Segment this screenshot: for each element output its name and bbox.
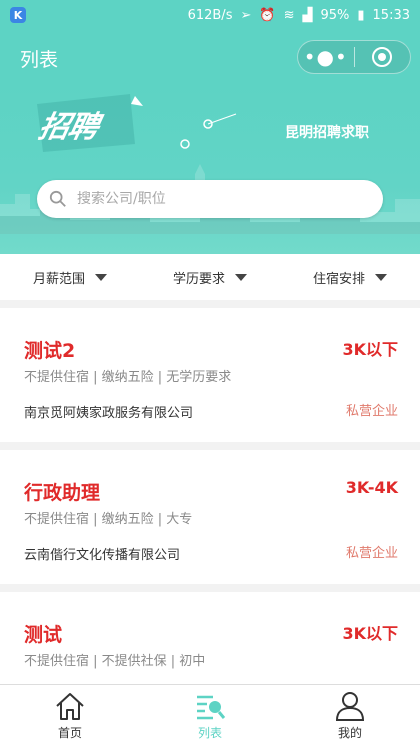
- filter-accommodation[interactable]: 住宿安排: [280, 254, 420, 300]
- tab-home[interactable]: 首页: [0, 685, 140, 747]
- company-name: 云南偕行文化传播有限公司: [24, 548, 181, 563]
- filter-label: 月薪范围: [32, 271, 85, 287]
- caret-down-icon: [95, 273, 107, 281]
- search-icon: [49, 190, 66, 207]
- job-salary: 3K-4K: [345, 478, 398, 497]
- decorative-dots: [180, 113, 237, 149]
- tab-list[interactable]: 列表: [140, 685, 280, 747]
- user-icon: [335, 692, 365, 721]
- send-icon: ➢: [240, 7, 252, 23]
- recruitment-banner: 招聘 昆明招聘求职: [0, 84, 420, 254]
- page-title: 列表: [20, 49, 59, 71]
- filter-education[interactable]: 学历要求: [140, 254, 280, 300]
- wifi-icon: ≋: [283, 7, 295, 23]
- more-menu-icon[interactable]: •●•: [298, 47, 354, 67]
- job-title: 行政助理: [24, 482, 101, 504]
- company-name: 南京觅阿姨家政服务有限公司: [24, 406, 194, 421]
- job-salary: 3K以下: [342, 340, 398, 359]
- banner-slogan: 昆明招聘求职: [285, 125, 369, 141]
- job-list: 测试2 3K以下 不提供住宿 | 缴纳五险 | 无学历要求 南京觅阿姨家政服务有…: [0, 308, 420, 734]
- filter-bar: 月薪范围 学历要求 住宿安排: [0, 254, 420, 300]
- mini-program-capsule: •●•: [297, 40, 411, 74]
- banner-logo-text: 招聘: [35, 110, 101, 145]
- tab-label: 我的: [337, 726, 362, 740]
- tab-label: 首页: [57, 726, 82, 740]
- job-card[interactable]: 测试2 3K以下 不提供住宿 | 缴纳五险 | 无学历要求 南京觅阿姨家政服务有…: [0, 308, 420, 442]
- job-tags: 不提供住宿 | 缴纳五险 | 无学历要求: [24, 370, 232, 385]
- job-title: 测试2: [24, 340, 76, 362]
- battery-level: 95%: [320, 7, 350, 23]
- job-tags: 不提供住宿 | 不提供社保 | 初中: [24, 654, 206, 669]
- job-card[interactable]: 行政助理 3K-4K 不提供住宿 | 缴纳五险 | 大专 云南偕行文化传播有限公…: [0, 450, 420, 584]
- nav-bar: 列表 •●•: [0, 30, 420, 84]
- app-k-icon: K: [10, 7, 26, 23]
- caret-down-icon: [235, 273, 247, 281]
- target-icon: [372, 47, 393, 67]
- company-type: 私营企业: [345, 404, 398, 419]
- filter-label: 住宿安排: [312, 271, 365, 287]
- filter-salary[interactable]: 月薪范围: [0, 254, 140, 300]
- caret-down-icon: [375, 273, 387, 281]
- bottom-tab-bar: 首页 列表 我的: [0, 684, 420, 747]
- status-bar: K 612B/s ➢ ⏰ ≋ ▟ 95% ▮ 15:33: [0, 0, 420, 30]
- home-icon: [56, 693, 84, 720]
- filter-label: 学历要求: [172, 271, 225, 287]
- tab-label: 列表: [197, 726, 222, 740]
- search-bar[interactable]: [37, 180, 383, 218]
- tab-profile[interactable]: 我的: [280, 685, 420, 747]
- signal-icon: ▟: [302, 7, 313, 23]
- job-tags: 不提供住宿 | 缴纳五险 | 大专: [24, 512, 193, 527]
- close-mini-program-button[interactable]: [354, 47, 410, 67]
- company-type: 私营企业: [345, 546, 398, 561]
- clock: 15:33: [372, 7, 410, 23]
- alarm-icon: ⏰: [259, 7, 276, 23]
- list-search-icon: [197, 695, 226, 720]
- network-speed: 612B/s: [187, 7, 233, 23]
- search-input[interactable]: [77, 191, 337, 207]
- job-salary: 3K以下: [342, 624, 398, 643]
- battery-icon: ▮: [357, 7, 365, 23]
- job-title: 测试: [24, 624, 63, 646]
